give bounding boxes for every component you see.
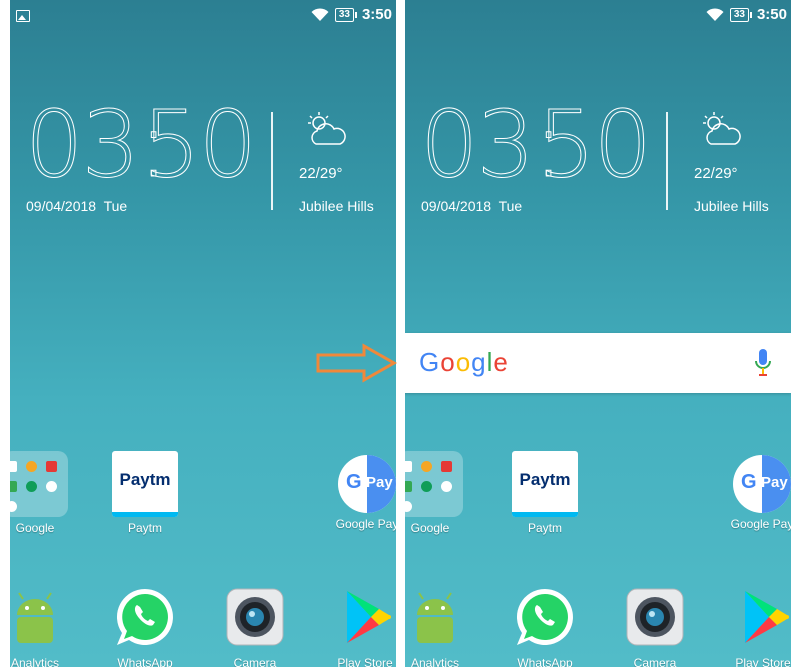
location-label: Jubilee Hills bbox=[694, 198, 769, 214]
gpay-g: G bbox=[741, 471, 757, 493]
chrome-mini-icon bbox=[46, 481, 57, 492]
drive-mini-icon bbox=[405, 481, 412, 492]
clock-widget[interactable]: 03:50 bbox=[24, 94, 257, 195]
android-icon bbox=[17, 592, 53, 643]
temperature-label: 22/29° bbox=[299, 165, 343, 182]
google-mini-icon bbox=[10, 501, 17, 512]
status-bar: 33 3:50 bbox=[10, 0, 396, 34]
partly-cloudy-icon bbox=[703, 112, 741, 145]
whatsapp-icon bbox=[116, 589, 173, 645]
widget-divider bbox=[666, 112, 668, 210]
google-search-bar[interactable]: Google bbox=[405, 333, 791, 393]
paytm-icon: Paytm bbox=[112, 451, 178, 517]
app-label: Google bbox=[15, 521, 55, 535]
partly-cloudy-icon bbox=[308, 112, 346, 145]
contacts-mini-icon bbox=[421, 461, 432, 472]
location-label: Jubilee Hills bbox=[299, 198, 374, 214]
app-label: Google Pay bbox=[730, 517, 791, 531]
battery-icon: 33 bbox=[334, 7, 358, 22]
app-label: Camera bbox=[233, 656, 277, 667]
arrow-right-icon bbox=[316, 343, 398, 383]
play-store-app[interactable]: Play Store bbox=[325, 585, 396, 667]
camera-icon bbox=[226, 588, 284, 646]
gpay-g: G bbox=[346, 471, 362, 493]
hangouts-mini-icon bbox=[421, 481, 432, 492]
paytm-app[interactable]: Paytm Paytm bbox=[505, 451, 585, 535]
drive-mini-icon bbox=[10, 481, 17, 492]
whatsapp-icon bbox=[516, 589, 573, 645]
wifi-icon bbox=[706, 7, 724, 21]
paytm-icon: Paytm bbox=[512, 451, 578, 517]
google-pay-app[interactable]: G Pay Google Pay bbox=[327, 451, 396, 531]
google-pay-icon: G Pay bbox=[338, 455, 396, 513]
temperature-label: 22/29° bbox=[694, 165, 738, 182]
google-logo: Google bbox=[419, 347, 509, 377]
status-time: 3:50 bbox=[361, 6, 392, 23]
analytics-app[interactable]: Analytics bbox=[405, 585, 475, 667]
whatsapp-app[interactable]: WhatsApp bbox=[105, 585, 185, 667]
play-store-icon bbox=[347, 591, 391, 643]
microphone-icon[interactable] bbox=[755, 349, 771, 377]
whatsapp-app[interactable]: WhatsApp bbox=[505, 585, 585, 667]
google-pay-app[interactable]: G Pay Google Pay bbox=[722, 451, 791, 531]
date-label: 09/04/2018 Tue bbox=[26, 198, 128, 214]
app-label: Paytm bbox=[527, 521, 562, 535]
youtube-mini-icon bbox=[46, 461, 57, 472]
paytm-bar bbox=[512, 512, 578, 517]
google-pay-icon: G Pay bbox=[733, 455, 791, 513]
home-screen-before: 33 3:50 03:50 09/04/2018 Tue 22/29° Jubi… bbox=[10, 0, 396, 667]
clock-hours: 03 bbox=[24, 91, 140, 198]
chrome-mini-icon bbox=[441, 481, 452, 492]
paytm-bar bbox=[112, 512, 178, 517]
youtube-mini-icon bbox=[441, 461, 452, 472]
google-folder[interactable]: Google bbox=[10, 451, 75, 535]
app-label: Camera bbox=[633, 656, 677, 667]
google-folder[interactable]: Google bbox=[405, 451, 470, 535]
gmail-mini-icon bbox=[405, 461, 412, 472]
analytics-app[interactable]: Analytics bbox=[10, 585, 75, 667]
google-mini-icon bbox=[405, 501, 412, 512]
image-notification-icon bbox=[16, 10, 30, 22]
app-label: Google Pay bbox=[335, 517, 396, 531]
folder-icon bbox=[10, 451, 68, 517]
camera-app[interactable]: Camera bbox=[615, 585, 695, 667]
android-icon bbox=[417, 592, 453, 643]
gmail-mini-icon bbox=[10, 461, 17, 472]
camera-icon bbox=[626, 588, 684, 646]
date-label: 09/04/2018 Tue bbox=[421, 198, 523, 214]
app-label: Play Store bbox=[337, 656, 393, 667]
clock-minutes: 50 bbox=[142, 91, 258, 198]
hangouts-mini-icon bbox=[26, 481, 37, 492]
app-label: Analytics bbox=[410, 656, 460, 667]
app-label: WhatsApp bbox=[117, 656, 173, 667]
status-time: 3:50 bbox=[756, 6, 787, 23]
clock-hours: 03 bbox=[419, 91, 535, 198]
status-bar: 33 3:50 bbox=[405, 0, 791, 34]
widget-divider bbox=[271, 112, 273, 210]
play-store-app[interactable]: Play Store bbox=[723, 585, 791, 667]
paytm-logo: Paytm bbox=[119, 470, 171, 489]
folder-icon bbox=[405, 451, 463, 517]
app-label: Paytm bbox=[127, 521, 162, 535]
clock-minutes: 50 bbox=[537, 91, 653, 198]
gpay-pay: Pay bbox=[761, 474, 788, 491]
camera-app[interactable]: Camera bbox=[215, 585, 295, 667]
gpay-pay: Pay bbox=[366, 474, 393, 491]
app-label: WhatsApp bbox=[517, 656, 573, 667]
home-screen-after: 33 3:50 03:50 09/04/2018 Tue 22/29° Jubi… bbox=[405, 0, 791, 667]
wifi-icon bbox=[311, 7, 329, 21]
clock-widget[interactable]: 03:50 bbox=[419, 94, 652, 195]
app-label: Play Store bbox=[735, 656, 791, 667]
app-label: Google bbox=[410, 521, 450, 535]
contacts-mini-icon bbox=[26, 461, 37, 472]
paytm-logo: Paytm bbox=[519, 470, 571, 489]
battery-icon: 33 bbox=[729, 7, 753, 22]
app-label: Analytics bbox=[10, 656, 60, 667]
play-store-icon bbox=[745, 591, 789, 643]
paytm-app[interactable]: Paytm Paytm bbox=[105, 451, 185, 535]
